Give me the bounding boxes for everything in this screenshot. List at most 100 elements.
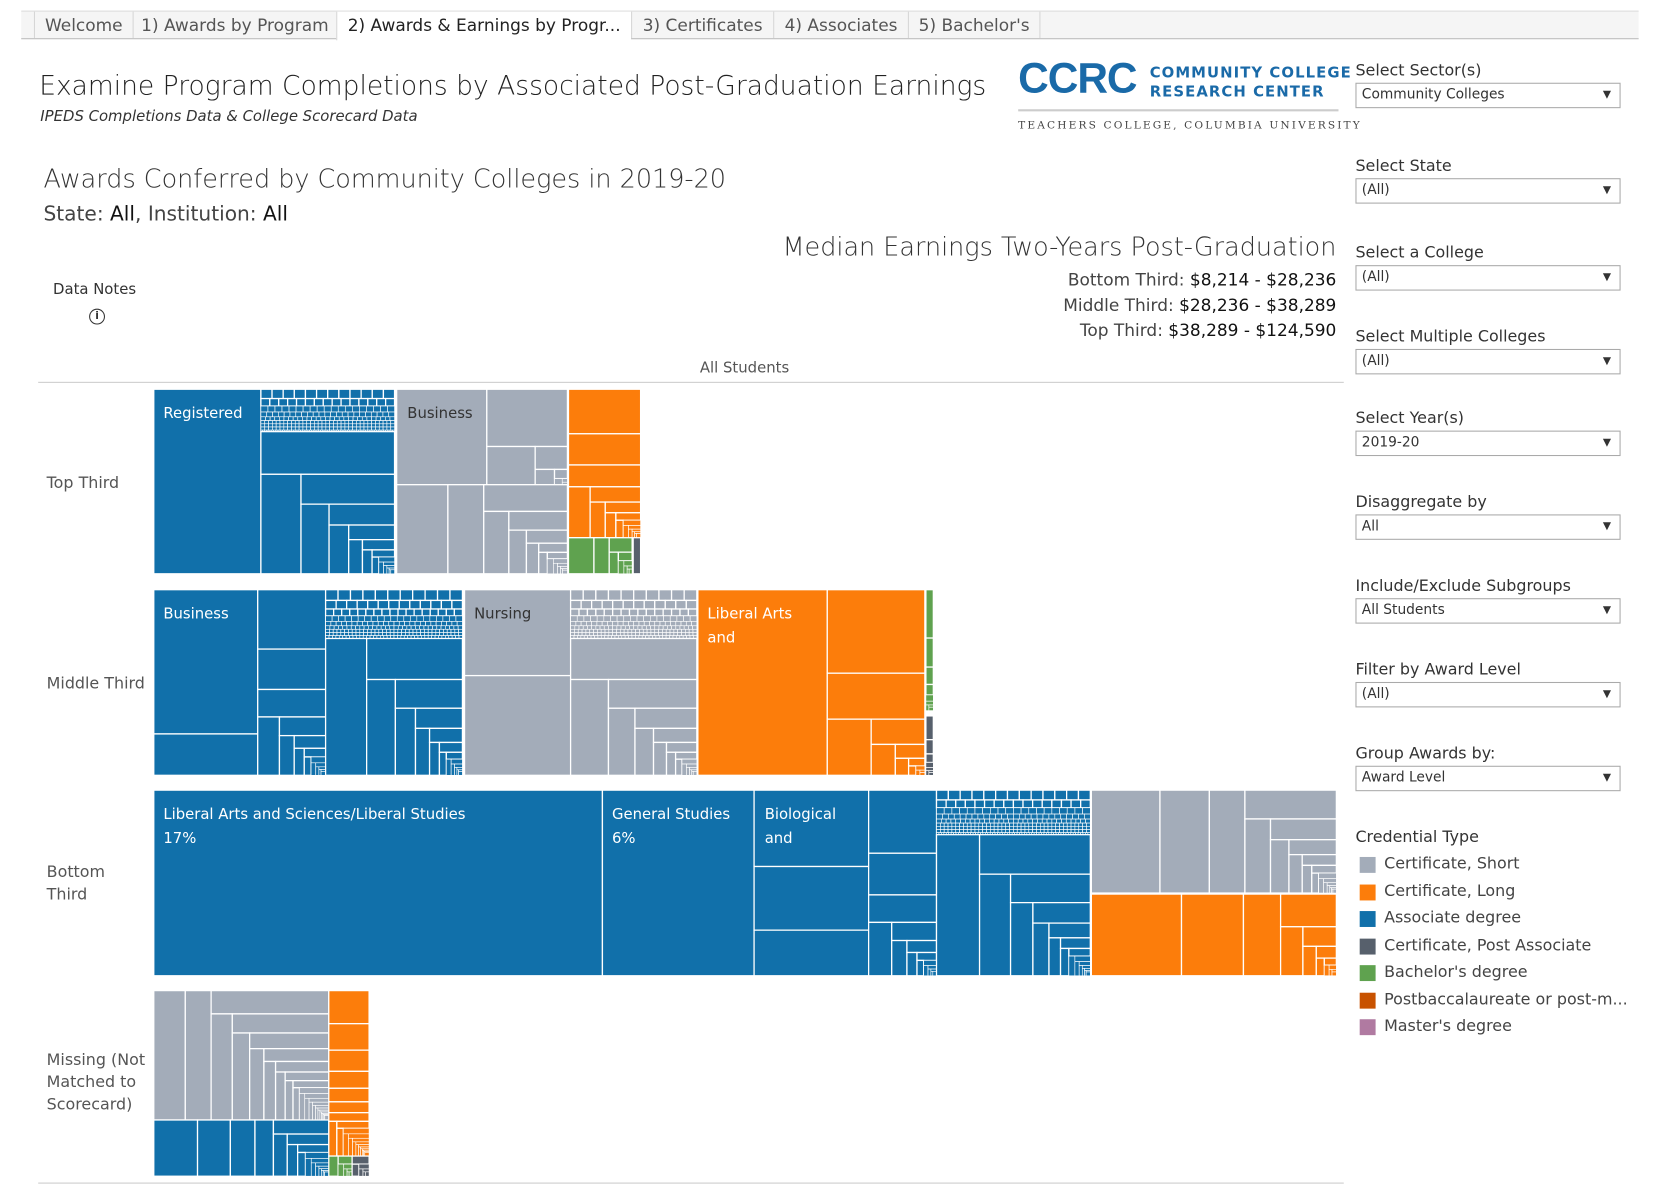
treemap-tile[interactable] xyxy=(419,625,425,630)
treemap-tile[interactable] xyxy=(943,807,953,815)
treemap-tile[interactable] xyxy=(936,829,941,833)
treemap-tile[interactable] xyxy=(612,628,617,633)
treemap-tile[interactable] xyxy=(436,615,444,622)
treemap-tile[interactable] xyxy=(580,599,593,610)
treemap-tile[interactable] xyxy=(375,426,380,431)
treemap-tile[interactable] xyxy=(1041,818,1048,824)
treemap-tile[interactable] xyxy=(388,621,395,627)
treemap-tile[interactable] xyxy=(570,628,575,633)
treemap-tile[interactable] xyxy=(315,416,322,421)
treemap-tile[interactable] xyxy=(381,608,391,617)
treemap-tile[interactable] xyxy=(965,813,973,820)
treemap-tile[interactable] xyxy=(643,599,656,610)
treemap-tile[interactable] xyxy=(386,632,391,636)
treemap-tile[interactable] xyxy=(344,420,350,425)
treemap-tile[interactable] xyxy=(295,411,302,418)
treemap-tile[interactable] xyxy=(984,818,990,824)
treemap-tile[interactable] xyxy=(1022,818,1029,824)
treemap-tile[interactable] xyxy=(439,628,444,633)
treemap-tile[interactable] xyxy=(925,700,934,706)
treemap-tile[interactable] xyxy=(336,426,342,431)
treemap-tile[interactable] xyxy=(1279,926,1304,977)
treemap-tile[interactable] xyxy=(329,628,334,633)
treemap-tile[interactable] xyxy=(210,1013,233,1121)
treemap-tile[interactable] xyxy=(272,426,277,431)
treemap-tile[interactable] xyxy=(336,1120,370,1129)
treemap-tile[interactable] xyxy=(585,628,591,633)
treemap-tile[interactable] xyxy=(1323,882,1328,894)
treemap-tile[interactable] xyxy=(581,632,587,636)
treemap-tile[interactable] xyxy=(966,825,972,830)
treemap-tile[interactable] xyxy=(436,589,451,602)
treemap-tile[interactable] xyxy=(966,807,976,815)
treemap-tile[interactable] xyxy=(649,615,658,622)
treemap-tile[interactable] xyxy=(928,704,934,708)
treemap-tile[interactable] xyxy=(372,621,379,627)
treemap-tile[interactable] xyxy=(620,625,626,630)
treemap-tile[interactable] xyxy=(310,423,315,428)
treemap-tile[interactable] xyxy=(420,628,425,633)
treemap-tile[interactable] xyxy=(601,621,608,627)
treemap-tile[interactable] xyxy=(936,822,941,827)
treemap-tile[interactable] xyxy=(1024,829,1030,833)
treemap-tile[interactable] xyxy=(1003,818,1009,824)
treemap-tile[interactable] xyxy=(1041,799,1053,809)
treemap-tile[interactable] xyxy=(390,615,398,622)
treemap-tile[interactable] xyxy=(370,632,376,636)
treemap-tile[interactable] xyxy=(665,751,677,776)
treemap-tile[interactable] xyxy=(1032,818,1038,824)
treemap-tile[interactable] xyxy=(569,678,610,776)
treemap-tile[interactable] xyxy=(989,818,995,824)
treemap-tile[interactable] xyxy=(412,632,418,636)
treemap-tile[interactable] xyxy=(446,621,453,627)
treemap-tile[interactable] xyxy=(940,822,945,827)
treemap-tile[interactable] xyxy=(1020,822,1026,827)
treemap-tile[interactable] xyxy=(382,420,388,425)
treemap-tile[interactable] xyxy=(298,420,304,425)
treemap-tile[interactable] xyxy=(310,1158,330,1164)
treemap-tile[interactable] xyxy=(1074,825,1080,830)
treemap-tile[interactable] xyxy=(272,423,277,428)
treemap-tile[interactable] xyxy=(1323,878,1337,884)
treemap-tile[interactable] xyxy=(673,632,679,636)
treemap-tile[interactable] xyxy=(607,678,698,709)
treemap-tile[interactable] xyxy=(940,818,947,824)
treemap-tile[interactable] xyxy=(569,608,580,617)
treemap-tile[interactable] xyxy=(283,416,289,421)
treemap-tile[interactable] xyxy=(971,813,979,820)
treemap-tile[interactable] xyxy=(397,628,402,633)
treemap-tile[interactable] xyxy=(316,405,325,413)
treemap-tile[interactable] xyxy=(295,397,307,407)
treemap-tile[interactable] xyxy=(388,411,395,418)
treemap-tile[interactable] xyxy=(393,628,399,633)
treemap-tile[interactable] xyxy=(443,632,448,636)
treemap-tile[interactable] xyxy=(1084,813,1091,820)
treemap-tile[interactable] xyxy=(974,825,980,830)
treemap-tile[interactable] xyxy=(628,568,633,575)
treemap-tile[interactable] xyxy=(328,1049,370,1072)
treemap-tile[interactable] xyxy=(1013,807,1022,815)
treemap-tile[interactable] xyxy=(283,426,288,431)
treemap-tile[interactable] xyxy=(264,423,269,428)
treemap-tile[interactable] xyxy=(997,822,1003,827)
treemap-tile[interactable] xyxy=(1055,829,1060,833)
treemap-tile[interactable] xyxy=(318,769,322,776)
treemap-tile[interactable] xyxy=(1039,822,1045,827)
treemap-tile[interactable] xyxy=(274,1060,330,1073)
treemap-tile[interactable] xyxy=(425,621,432,627)
treemap-tile[interactable] xyxy=(483,484,569,513)
treemap-tile[interactable] xyxy=(353,411,360,418)
treemap-tile[interactable] xyxy=(1051,825,1057,830)
treemap-tile[interactable] xyxy=(570,615,578,622)
treemap-tile[interactable] xyxy=(282,388,295,400)
treemap-tile[interactable] xyxy=(330,411,337,418)
treemap-tile[interactable] xyxy=(414,621,421,627)
treemap-tile[interactable] xyxy=(589,628,594,633)
treemap-tile[interactable] xyxy=(649,621,656,627)
treemap-tile[interactable] xyxy=(336,628,342,633)
treemap-tile[interactable] xyxy=(650,628,656,633)
treemap-tile[interactable] xyxy=(283,423,288,428)
treemap-tile[interactable] xyxy=(351,615,359,622)
treemap-tile[interactable] xyxy=(455,615,463,622)
treemap-tile[interactable] xyxy=(257,716,281,776)
